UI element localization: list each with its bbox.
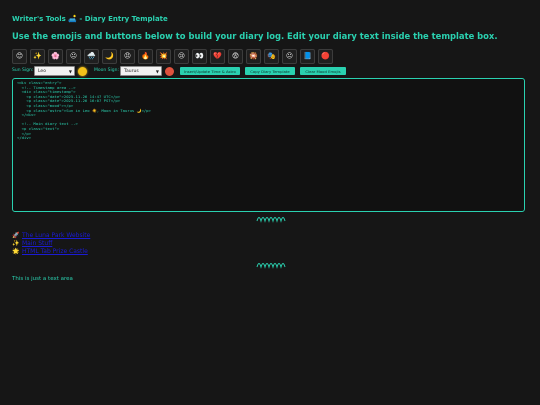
blossom-emoji-button[interactable]: 🌸 [48,49,63,64]
neutral-face-emoji-button[interactable]: 😐 [66,49,81,64]
text-area-note: This is just a text area [12,276,73,282]
moon-sign-select[interactable]: Taurus ▼ [120,66,162,76]
theater-masks-emoji-button[interactable]: 🎭 [264,49,279,64]
link-row: ✨ Main Stuff [12,239,90,247]
angry-face-emoji-button[interactable]: 😠 [120,49,135,64]
insert-time-astro-button[interactable]: Insert/Update Time & Astro [180,67,240,75]
sun-icon [78,67,87,76]
rain-cloud-emoji-button[interactable]: 🌧️ [84,49,99,64]
smile-emoji-button[interactable]: 😊 [12,49,27,64]
moon-sign-value: Taurus [124,69,139,74]
luna-park-link[interactable]: The Luna Park Website [22,232,90,239]
links-list: 🚀 The Luna Park Website ✨ Main Stuff 🌟 H… [12,231,90,255]
astro-controls: Sun Sign: Leo ▼ Moon Sign: Taurus ▼ Inse… [12,66,532,78]
link-row: 🌟 HTML Tab Prize Castle [12,247,90,255]
diary-template-editor[interactable]: <div class="entry"> <!-- Timestamp area … [12,78,525,212]
clear-mood-button[interactable]: Clear Mood Emojis [300,67,346,75]
crescent-moon-emoji-button[interactable]: 🌙 [102,49,117,64]
crying-face-emoji-button[interactable]: 😢 [174,49,189,64]
page-title: Writer's Tools 🛋️ - Diary Entry Template [12,15,168,23]
chevron-down-icon: ▼ [68,69,72,74]
squiggle-divider-icon [256,217,286,223]
collision-emoji-button[interactable]: 💥 [156,49,171,64]
fireworks-emoji-button[interactable]: 🎇 [246,49,261,64]
copy-template-button[interactable]: Copy Diary Template [245,67,295,75]
sun-sign-select[interactable]: Leo ▼ [34,66,75,76]
fire-emoji-button[interactable]: 🔥 [138,49,153,64]
emoji-toolbar: 😊 ✨ 🌸 😐 🌧️ 🌙 😠 🔥 💥 😢 👀 💔 😨 🎇 🎭 😐 📘 🔴 [12,49,333,64]
prize-castle-link[interactable]: HTML Tab Prize Castle [22,248,88,255]
blue-book-emoji-button[interactable]: 📘 [300,49,315,64]
sparkles-icon: ✨ [12,239,20,247]
eyes-emoji-button[interactable]: 👀 [192,49,207,64]
page-instructions: Use the emojis and buttons below to buil… [12,31,498,41]
broken-heart-emoji-button[interactable]: 💔 [210,49,225,64]
main-stuff-link[interactable]: Main Stuff [22,240,52,247]
red-circle-emoji-button[interactable]: 🔴 [318,49,333,64]
neutral-face-2-emoji-button[interactable]: 😐 [282,49,297,64]
sun-sign-label: Sun Sign: [12,68,34,73]
sparkles-emoji-button[interactable]: ✨ [30,49,45,64]
diary-template-code[interactable]: <div class="entry"> <!-- Timestamp area … [17,80,520,141]
sun-sign-value: Leo [38,69,46,74]
chevron-down-icon: ▼ [155,69,159,74]
star-icon: 🌟 [12,247,20,255]
moon-sign-icon [165,67,174,76]
link-row: 🚀 The Luna Park Website [12,231,90,239]
rocket-icon: 🚀 [12,231,20,239]
fearful-face-emoji-button[interactable]: 😨 [228,49,243,64]
squiggle-divider-icon [256,263,286,269]
moon-sign-label: Moon Sign: [94,68,120,73]
